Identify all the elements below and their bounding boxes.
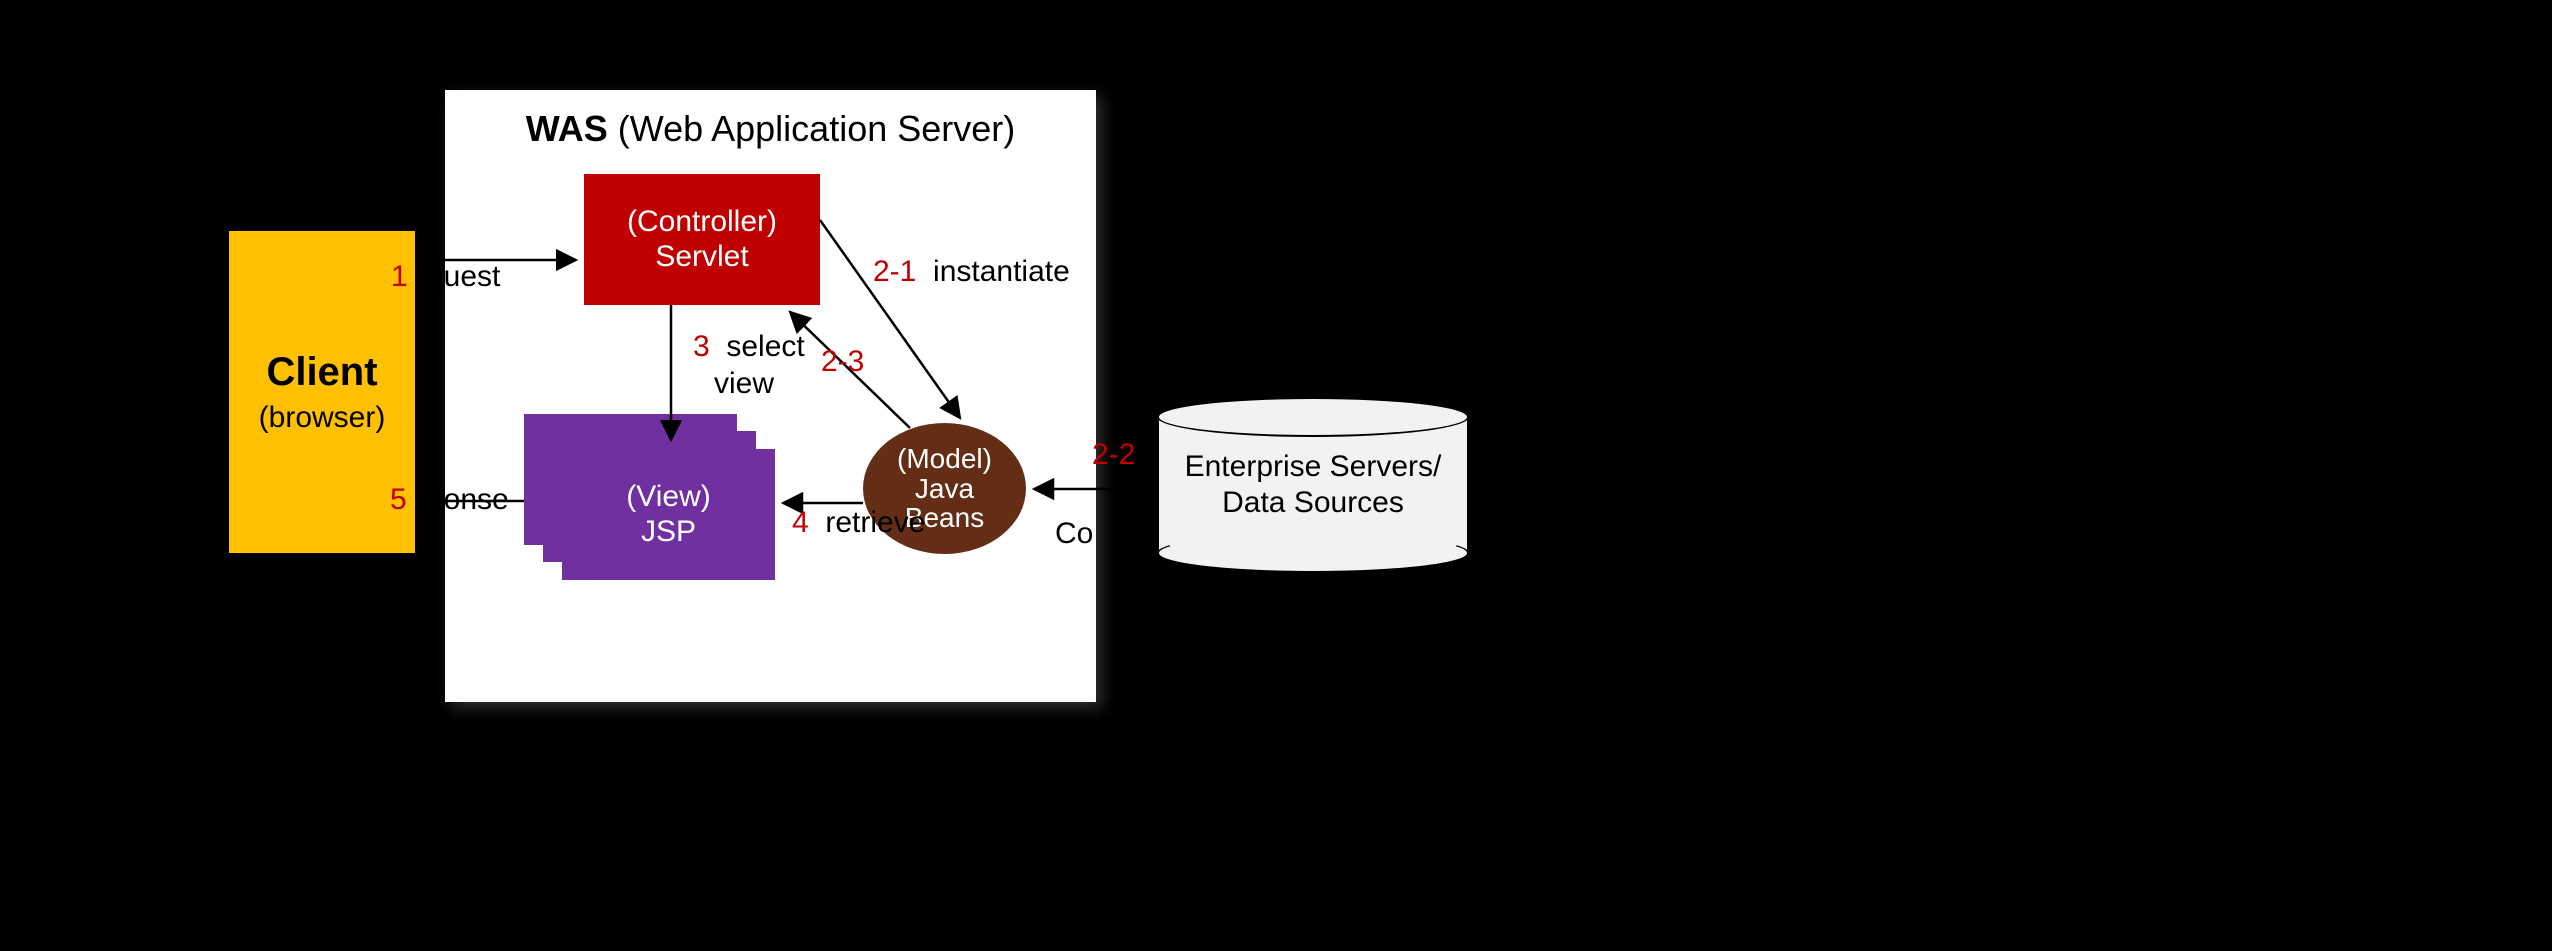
step-4-text: retrieve [825, 506, 925, 539]
step-5-num: 5 [390, 483, 407, 516]
step-2-1-num: 2-1 [873, 255, 916, 288]
model-role: (Model) [897, 444, 992, 473]
view-box: (View) JSP [562, 449, 775, 580]
label-step-3: 3 select [693, 330, 805, 364]
controller-role: (Controller) [627, 205, 777, 240]
model-name-1: Java [915, 474, 974, 503]
db-line-2: Data Sources [1157, 485, 1469, 521]
step-2-3-num: 2-3 [821, 345, 864, 379]
step-1-num: 1 [391, 260, 408, 293]
controller-name: Servlet [655, 240, 748, 275]
view-role: (View) [626, 480, 710, 515]
was-title: WAS (Web Application Server) [445, 108, 1096, 150]
label-step-4: 4 retrieve [792, 506, 925, 540]
db-line-1: Enterprise Servers/ [1157, 449, 1469, 485]
step-2-2-num: 2-2 [1092, 438, 1135, 472]
label-response: ponse [427, 483, 509, 517]
label-step-1: 1 [391, 260, 408, 294]
client-sub: (browser) [259, 401, 386, 435]
was-title-rest: (Web Application Server) [608, 108, 1016, 149]
step-3-text-1: select [726, 330, 804, 363]
was-title-bold: WAS [526, 108, 608, 149]
step-4-num: 4 [792, 506, 809, 539]
label-connect: Co [1055, 517, 1093, 551]
db-cylinder: Enterprise Servers/ Data Sources [1157, 397, 1469, 573]
label-step-5: 5 [390, 483, 407, 517]
label-request: quest [427, 260, 500, 294]
label-step-2-1: 2-1 instantiate [873, 255, 1070, 289]
view-name: JSP [641, 515, 696, 550]
step-3-num: 3 [693, 330, 710, 363]
controller-box: (Controller) Servlet [584, 174, 820, 305]
client-title: Client [266, 350, 377, 395]
step-2-1-text: instantiate [933, 255, 1070, 288]
step-3-text-2: view [714, 367, 774, 401]
client-box: Client (browser) [229, 231, 415, 553]
